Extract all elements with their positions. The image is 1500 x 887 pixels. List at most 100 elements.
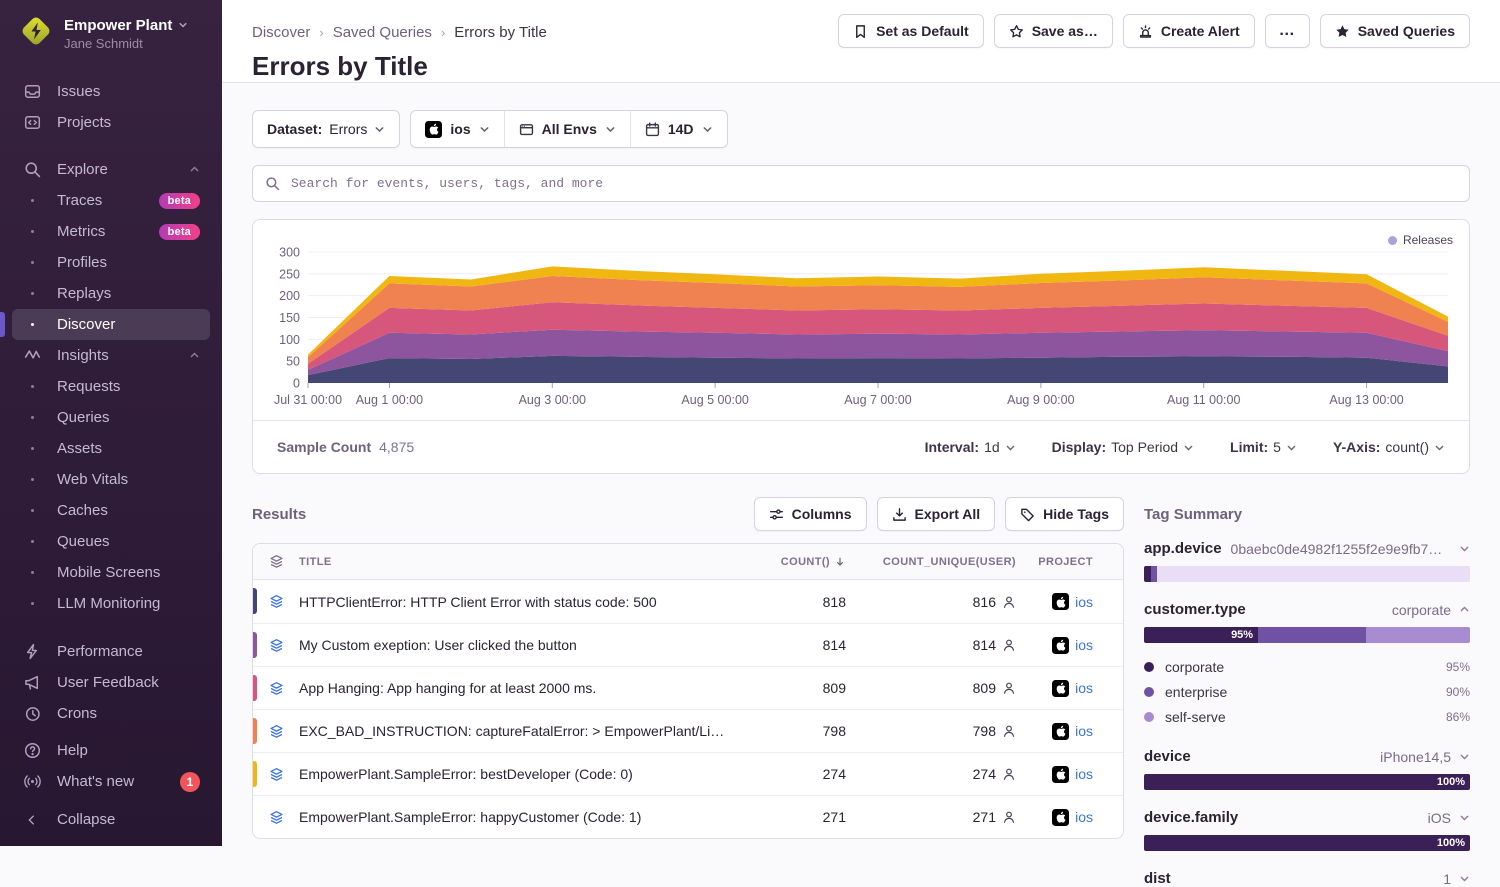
- display--control[interactable]: Display:Top Period: [1052, 439, 1194, 455]
- sidebar-item-performance[interactable]: Performance: [12, 636, 210, 667]
- count-cell: 274: [726, 766, 846, 782]
- set-as-default-button[interactable]: Set as Default: [838, 14, 984, 48]
- beta-badge: beta: [159, 224, 200, 240]
- tag-value-row[interactable]: enterprise90%: [1144, 679, 1470, 704]
- sidebar-item-label: Queries: [57, 409, 110, 426]
- bullet-icon: [22, 478, 42, 481]
- chevron-down-icon[interactable]: [1459, 543, 1470, 554]
- stacked-area-chart[interactable]: Releases 050100150200250300Jul 31 00:00A…: [253, 220, 1469, 420]
- tag-color-dot: [1144, 712, 1154, 722]
- dataset-selector[interactable]: Dataset: Errors: [252, 110, 400, 148]
- sidebar-item-projects[interactable]: Projects: [12, 107, 210, 138]
- tag-distribution-bar[interactable]: 95%: [1144, 627, 1470, 643]
- chevron-down-icon[interactable]: [1459, 812, 1470, 823]
- y-axis--control[interactable]: Y-Axis:count(): [1333, 439, 1445, 455]
- layers-icon[interactable]: [253, 810, 299, 825]
- sample-count: Sample Count4,875: [277, 439, 414, 455]
- environment-filter[interactable]: All Envs: [504, 111, 630, 147]
- interval--control[interactable]: Interval:1d: [925, 439, 1016, 455]
- limit--control[interactable]: Limit:5: [1230, 439, 1297, 455]
- breadcrumb-separator: ›: [319, 25, 323, 40]
- star-filled-icon: [1335, 24, 1350, 39]
- date-range-filter[interactable]: 14D: [630, 111, 727, 147]
- sidebar-item-explore[interactable]: Explore: [12, 154, 210, 185]
- save-as-button[interactable]: Save as…: [994, 14, 1113, 48]
- sidebar-collapse-button[interactable]: Collapse: [12, 804, 210, 835]
- sidebar-item-assets[interactable]: Assets: [12, 433, 210, 464]
- sidebar-item-traces[interactable]: Tracesbeta: [12, 185, 210, 216]
- saved-queries-button[interactable]: Saved Queries: [1320, 14, 1470, 48]
- project-cell[interactable]: ios: [1016, 680, 1123, 697]
- sidebar-item-insights[interactable]: Insights: [12, 340, 210, 371]
- sidebar-item-metrics[interactable]: Metricsbeta: [12, 216, 210, 247]
- chevron-down-icon[interactable]: [1459, 873, 1470, 884]
- more-options-button[interactable]: …: [1265, 14, 1310, 48]
- sidebar-item-web-vitals[interactable]: Web Vitals: [12, 464, 210, 495]
- sidebar-item-crons[interactable]: Crons: [12, 698, 210, 729]
- error-title-link[interactable]: EmpowerPlant.SampleError: bestDeveloper …: [299, 766, 726, 782]
- header-title[interactable]: TITLE: [299, 556, 726, 568]
- sidebar-item-help[interactable]: Help: [12, 735, 210, 766]
- error-title-link[interactable]: EmpowerPlant.SampleError: happyCustomer …: [299, 809, 726, 825]
- sidebar-item-llm-monitoring[interactable]: LLM Monitoring: [12, 588, 210, 619]
- series-color-bar: [253, 718, 257, 744]
- sidebar-item-issues[interactable]: Issues: [12, 76, 210, 107]
- layers-icon[interactable]: [253, 767, 299, 782]
- chevron-down-icon: [702, 124, 713, 135]
- chevron-down-icon: [1183, 442, 1194, 453]
- tag-top-value: iOS: [1428, 810, 1451, 826]
- chevron-up-icon[interactable]: [1459, 604, 1470, 615]
- project-cell[interactable]: ios: [1016, 637, 1123, 654]
- sidebar-item-queries[interactable]: Queries: [12, 402, 210, 433]
- tag-name: dist: [1144, 870, 1171, 887]
- header-count[interactable]: COUNT(): [726, 556, 846, 568]
- layers-icon[interactable]: [253, 638, 299, 653]
- header-count-unique[interactable]: COUNT_UNIQUE(USER): [846, 556, 1016, 568]
- sidebar-item-user-feedback[interactable]: User Feedback: [12, 667, 210, 698]
- tag-distribution-bar[interactable]: 100%: [1144, 774, 1470, 790]
- project-cell[interactable]: ios: [1016, 723, 1123, 740]
- layers-icon[interactable]: [253, 681, 299, 696]
- bullet-icon: [22, 323, 42, 326]
- tag-distribution-bar[interactable]: [1144, 566, 1470, 582]
- sidebar-item-caches[interactable]: Caches: [12, 495, 210, 526]
- sidebar-item-requests[interactable]: Requests: [12, 371, 210, 402]
- project-filter[interactable]: ios: [411, 111, 503, 147]
- sidebar-item-profiles[interactable]: Profiles: [12, 247, 210, 278]
- sidebar-item-what-s-new[interactable]: What's new1: [12, 766, 210, 797]
- apple-icon: [1052, 723, 1069, 740]
- org-switcher[interactable]: Empower Plant Jane Schmidt: [0, 0, 222, 64]
- chart-legend[interactable]: Releases: [1388, 233, 1453, 247]
- sidebar-item-discover[interactable]: Discover: [12, 309, 210, 340]
- sidebar-item-queues[interactable]: Queues: [12, 526, 210, 557]
- create-alert-button[interactable]: Create Alert: [1123, 14, 1255, 48]
- sidebar-item-label: Replays: [57, 285, 111, 302]
- error-title-link[interactable]: App Hanging: App hanging for at least 20…: [299, 680, 726, 696]
- error-title-link[interactable]: My Custom exeption: User clicked the but…: [299, 637, 726, 653]
- layers-icon[interactable]: [253, 724, 299, 739]
- search-icon: [22, 161, 42, 178]
- sidebar-item-label: Performance: [57, 643, 143, 660]
- breadcrumb-saved-queries[interactable]: Saved Queries: [333, 24, 432, 41]
- project-cell[interactable]: ios: [1016, 809, 1123, 826]
- error-title-link[interactable]: EXC_BAD_INSTRUCTION: captureFatalError: …: [299, 723, 726, 739]
- hide-tags-button[interactable]: Hide Tags: [1005, 497, 1124, 531]
- columns-button[interactable]: Columns: [754, 497, 867, 531]
- tag-card-customer-type: customer.typecorporate95%corporate95%ent…: [1144, 601, 1470, 729]
- tag-value-row[interactable]: self-serve86%: [1144, 704, 1470, 729]
- project-cell[interactable]: ios: [1016, 593, 1123, 610]
- layers-icon[interactable]: [253, 594, 299, 609]
- breadcrumb-discover[interactable]: Discover: [252, 24, 310, 41]
- project-cell[interactable]: ios: [1016, 766, 1123, 783]
- tag-value-row[interactable]: corporate95%: [1144, 654, 1470, 679]
- chevron-down-icon[interactable]: [1459, 751, 1470, 762]
- error-title-link[interactable]: HTTPClientError: HTTP Client Error with …: [299, 594, 726, 610]
- sidebar-item-mobile-screens[interactable]: Mobile Screens: [12, 557, 210, 588]
- search-input[interactable]: [289, 175, 1457, 192]
- count-cell: 809: [726, 680, 846, 696]
- header-project[interactable]: PROJECT: [1016, 556, 1123, 568]
- sidebar-item-replays[interactable]: Replays: [12, 278, 210, 309]
- tag-distribution-bar[interactable]: 100%: [1144, 835, 1470, 851]
- export-all-button[interactable]: Export All: [877, 497, 996, 531]
- chevron-down-icon: [374, 124, 385, 135]
